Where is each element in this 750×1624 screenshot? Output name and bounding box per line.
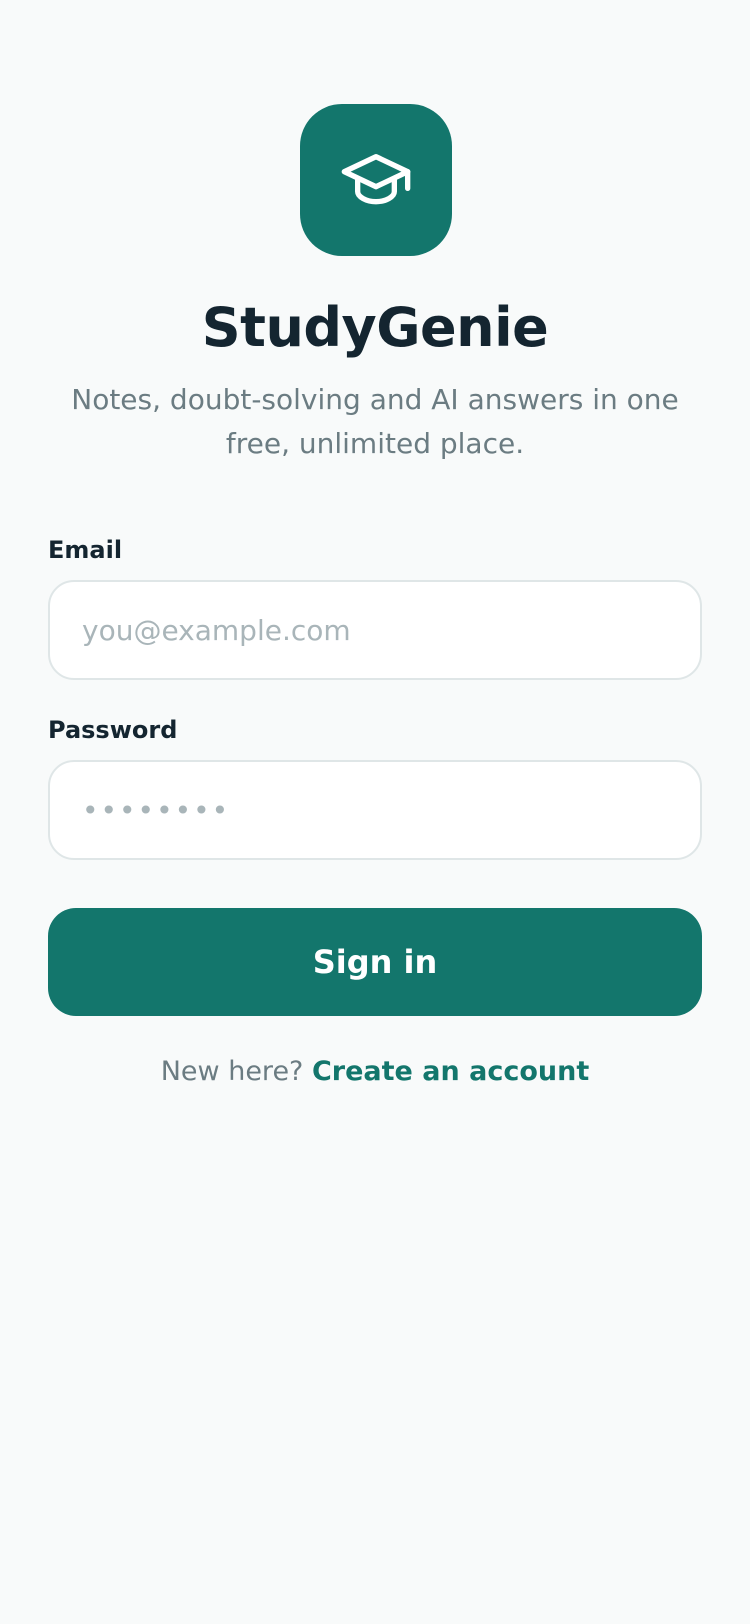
signup-prompt-text: New here? bbox=[160, 1056, 304, 1087]
password-label: Password bbox=[48, 716, 178, 744]
sign-in-button[interactable]: Sign in bbox=[48, 908, 702, 1016]
app-tagline: Notes, doubt-solving and AI answers in o… bbox=[71, 383, 679, 460]
graduation-cap-icon bbox=[341, 154, 411, 205]
email-label: Email bbox=[48, 536, 123, 564]
password-input[interactable] bbox=[48, 760, 702, 860]
app-title: StudyGenie bbox=[201, 296, 549, 359]
signup-prompt: New here? Create an account bbox=[0, 1052, 750, 1092]
email-input[interactable] bbox=[48, 580, 702, 680]
app-logo bbox=[300, 104, 452, 256]
create-account-link[interactable]: Create an account bbox=[312, 1056, 589, 1087]
